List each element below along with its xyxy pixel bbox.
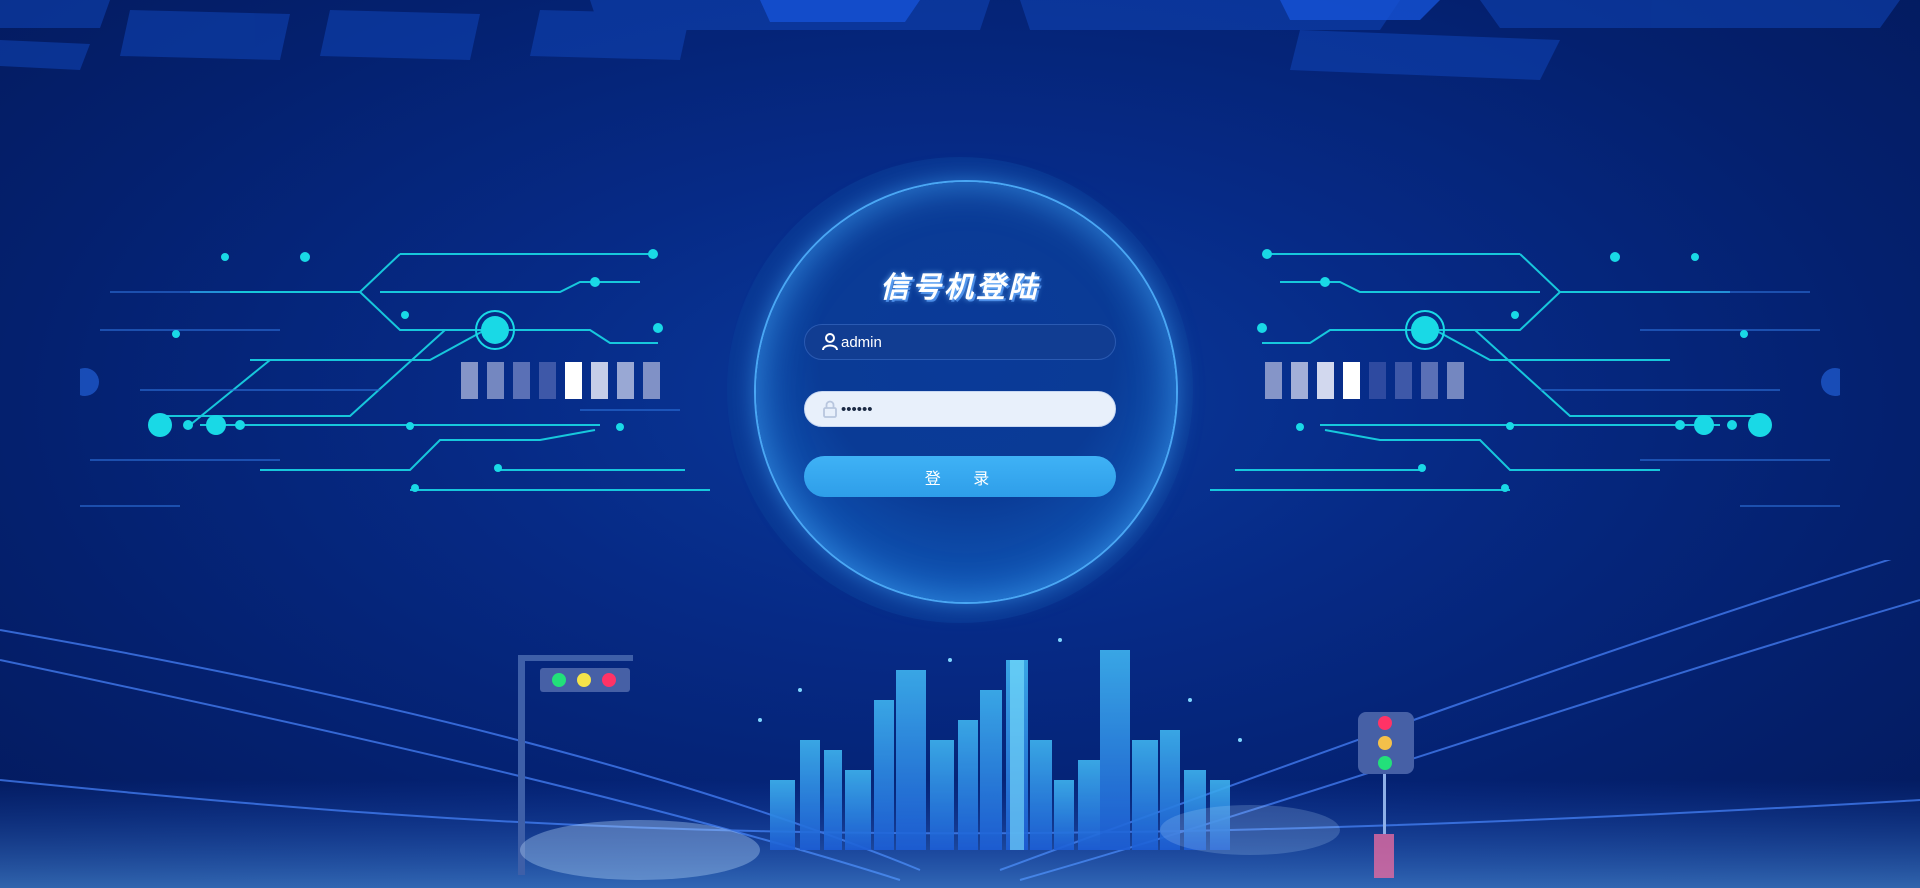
lock-icon xyxy=(821,399,839,419)
user-icon xyxy=(821,332,839,352)
login-title: 信号机登陆 xyxy=(879,272,1040,304)
top-decorative-tiles xyxy=(0,0,1900,80)
right-signal-bars xyxy=(1265,362,1464,399)
username-field[interactable] xyxy=(804,324,1116,360)
password-field[interactable] xyxy=(804,391,1116,427)
login-button[interactable]: 登 录 xyxy=(804,456,1116,497)
username-input[interactable] xyxy=(839,333,1101,351)
password-input[interactable] xyxy=(839,400,1101,418)
left-signal-bars xyxy=(461,362,660,399)
city-skyline-illustration xyxy=(0,560,1920,888)
